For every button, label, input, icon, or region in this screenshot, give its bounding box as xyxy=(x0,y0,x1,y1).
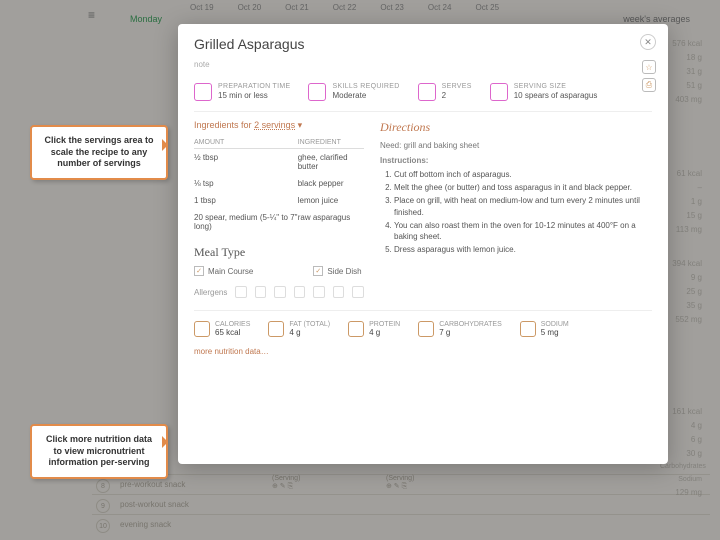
table-row: 20 spear, medium (5-¼" to 7" long)raw as… xyxy=(194,209,364,235)
size-icon xyxy=(490,83,508,101)
allergen-icon xyxy=(235,286,247,298)
servings-selector[interactable]: 2 servings xyxy=(254,120,295,130)
clock-icon xyxy=(194,83,212,101)
recipe-title: Grilled Asparagus xyxy=(194,36,652,52)
fat-icon xyxy=(268,321,284,337)
print-icon[interactable]: ⎙ xyxy=(642,78,656,92)
allergen-icon xyxy=(274,286,286,298)
directions-header: Directions xyxy=(380,120,652,135)
more-nutrition-link[interactable]: more nutrition data… xyxy=(194,347,652,356)
allergen-icon xyxy=(255,286,267,298)
allergen-icon xyxy=(294,286,306,298)
note-field[interactable]: note xyxy=(194,60,652,69)
nutrition-row: CALORIES65 kcal FAT (TOTAL)4 g PROTEIN4 … xyxy=(194,310,652,337)
table-row: ⅛ tspblack pepper xyxy=(194,175,364,192)
directions-need: Need: grill and baking sheet xyxy=(380,141,652,150)
meal-type-header: Meal Type xyxy=(194,245,364,260)
skill-icon xyxy=(308,83,326,101)
serves-icon xyxy=(418,83,436,101)
sodium-icon xyxy=(520,321,536,337)
allergens-row: Allergens xyxy=(194,286,364,298)
table-row: ½ tbspghee, clarified butter xyxy=(194,149,364,176)
allergen-icon xyxy=(313,286,325,298)
callout-nutrition: Click more nutrition data to view micron… xyxy=(30,424,168,479)
close-button[interactable]: ✕ xyxy=(640,34,656,50)
meal-type-side[interactable]: ✓Side Dish xyxy=(313,266,361,276)
callout-servings: Click the servings area to scale the rec… xyxy=(30,125,168,180)
allergen-icon xyxy=(352,286,364,298)
protein-icon xyxy=(348,321,364,337)
calories-icon xyxy=(194,321,210,337)
favorite-icon[interactable]: ☆ xyxy=(642,60,656,74)
carbs-icon xyxy=(418,321,434,337)
allergen-icon xyxy=(333,286,345,298)
ingredients-header: Ingredients for 2 servings ▾ xyxy=(194,120,364,131)
recipe-meta: PREPARATION TIME15 min or less SKILLS RE… xyxy=(194,83,652,112)
meal-type-main[interactable]: ✓Main Course xyxy=(194,266,253,276)
instructions-list: Cut off bottom inch of asparagus. Melt t… xyxy=(394,169,652,255)
recipe-modal: Grilled Asparagus ✕ ☆ ⎙ note PREPARATION… xyxy=(178,24,668,464)
ingredients-table: AMOUNTINGREDIENT ½ tbspghee, clarified b… xyxy=(194,137,364,235)
table-row: 1 tbsplemon juice xyxy=(194,192,364,209)
